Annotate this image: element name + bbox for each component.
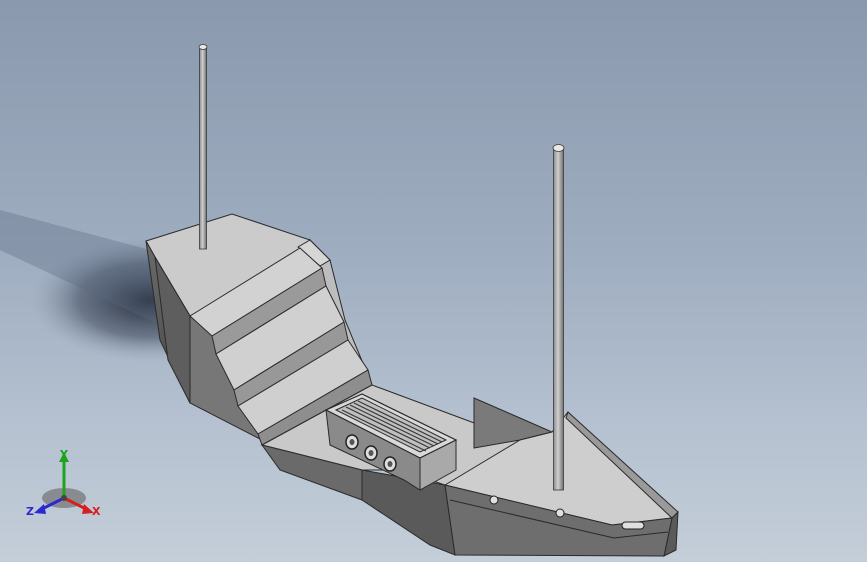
- ship-model[interactable]: [0, 0, 867, 562]
- x-axis-label: X: [92, 505, 101, 518]
- z-axis-arrow: [34, 504, 46, 514]
- z-axis-label: Z: [26, 505, 34, 518]
- front-mast: [552, 144, 565, 491]
- triad-origin: [61, 495, 67, 501]
- rear-mast: [198, 44, 208, 250]
- y-axis-label: Y: [59, 448, 69, 461]
- axis-triad: Y X Z: [26, 448, 101, 518]
- graphics-viewport[interactable]: Y X Z: [0, 0, 867, 562]
